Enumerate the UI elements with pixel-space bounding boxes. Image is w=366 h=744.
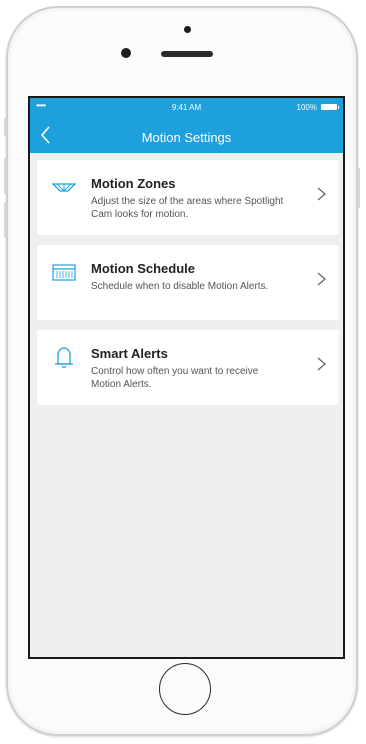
list-item-motion-schedule[interactable]: Motion Schedule Schedule when to disable… (37, 245, 339, 320)
motion-zone-icon (51, 176, 77, 200)
calendar-icon (51, 261, 77, 285)
chevron-right-icon (315, 269, 329, 289)
mute-switch (4, 118, 7, 136)
list-item-smart-alerts[interactable]: Smart Alerts Control how often you want … (37, 330, 339, 405)
power-button (357, 168, 360, 208)
battery-percentage: 100% (296, 103, 317, 112)
list-item-motion-zones[interactable]: Motion Zones Adjust the size of the area… (37, 160, 339, 235)
page-title: Motion Settings (141, 130, 232, 145)
front-camera (121, 48, 131, 58)
app-screen: ••••• 9:41 AM 100% Motion Settings Motio… (28, 96, 345, 659)
item-description: Schedule when to disable Motion Alerts. (91, 281, 269, 292)
status-bar: ••••• 9:41 AM 100% (30, 101, 343, 114)
item-title: Motion Schedule (91, 261, 195, 276)
nav-header: ••••• 9:41 AM 100% Motion Settings (30, 98, 343, 153)
chevron-right-icon (315, 354, 329, 374)
volume-up-button (4, 158, 7, 194)
volume-down-button (4, 202, 7, 238)
proximity-sensor (184, 26, 191, 33)
item-description: Control how often you want to receive Mo… (91, 366, 259, 390)
battery-icon (321, 104, 339, 110)
item-description: Adjust the size of the areas where Spotl… (91, 196, 284, 220)
earpiece-speaker (161, 51, 213, 57)
item-title: Smart Alerts (91, 346, 168, 361)
bell-icon (51, 346, 77, 370)
home-button[interactable] (159, 663, 211, 715)
item-title: Motion Zones (91, 176, 176, 191)
chevron-right-icon (315, 184, 329, 204)
